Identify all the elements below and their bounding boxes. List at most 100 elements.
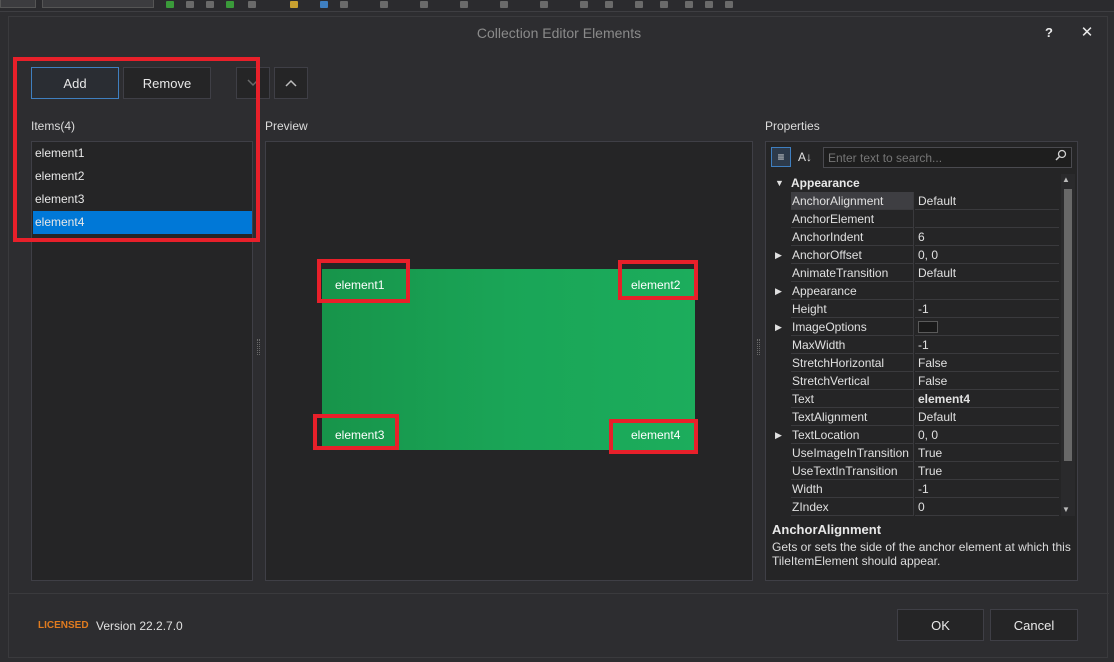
help-button[interactable]: ? xyxy=(1041,25,1057,40)
property-name: AnchorAlignment xyxy=(791,192,914,210)
property-value[interactable]: True xyxy=(915,462,1059,480)
toolbar-icon[interactable] xyxy=(420,1,428,8)
expand-icon[interactable]: ▶ xyxy=(775,426,785,444)
property-value[interactable] xyxy=(915,282,1059,300)
property-value[interactable]: -1 xyxy=(915,300,1059,318)
expand-icon[interactable]: ▶ xyxy=(775,282,785,300)
property-name: Text xyxy=(791,390,914,408)
property-value[interactable] xyxy=(915,318,1059,336)
scroll-down-icon[interactable]: ▼ xyxy=(1062,505,1070,514)
toolbar-icon[interactable] xyxy=(580,1,588,8)
property-value[interactable]: True xyxy=(915,444,1059,462)
property-row[interactable]: ▶ ImageOptions xyxy=(771,318,1059,336)
property-row[interactable]: UseImageInTransition True xyxy=(771,444,1059,462)
description-title: AnchorAlignment xyxy=(772,522,882,537)
property-row[interactable]: Text element4 xyxy=(771,390,1059,408)
scroll-up-icon[interactable]: ▲ xyxy=(1062,175,1070,184)
toolbar-icon[interactable] xyxy=(540,1,548,8)
property-row[interactable]: TextAlignment Default xyxy=(771,408,1059,426)
property-row[interactable]: AnimateTransition Default xyxy=(771,264,1059,282)
expand-icon[interactable]: ▶ xyxy=(775,318,785,336)
toolbar-icon[interactable] xyxy=(725,1,733,8)
property-name: Height xyxy=(791,300,914,318)
property-value[interactable] xyxy=(915,210,1059,228)
toolbar-icon[interactable] xyxy=(705,1,713,8)
property-value[interactable]: 6 xyxy=(915,228,1059,246)
expand-icon[interactable]: ▶ xyxy=(775,246,785,264)
property-row[interactable]: AnchorElement xyxy=(771,210,1059,228)
property-value[interactable]: -1 xyxy=(915,336,1059,354)
run-icon[interactable] xyxy=(226,1,234,8)
property-value[interactable]: Default xyxy=(915,264,1059,282)
property-row[interactable]: Height -1 xyxy=(771,300,1059,318)
close-button[interactable]: ✕ xyxy=(1079,23,1095,41)
ok-button[interactable]: OK xyxy=(897,609,984,641)
run-icon[interactable] xyxy=(166,1,174,8)
property-row[interactable]: ZIndex 0 xyxy=(771,498,1059,516)
highlight-box-element4 xyxy=(609,419,698,454)
property-value[interactable]: 0, 0 xyxy=(915,426,1059,444)
host-combo-platform[interactable] xyxy=(42,0,154,8)
category-label: Appearance xyxy=(791,176,860,190)
alphabetical-sort-icon[interactable]: A↓ xyxy=(795,147,815,167)
property-value[interactable]: -1 xyxy=(915,480,1059,498)
property-name: TextAlignment xyxy=(791,408,914,426)
property-row[interactable]: AnchorAlignment Default xyxy=(771,192,1059,210)
toolbar-icon[interactable] xyxy=(206,1,214,8)
property-row[interactable]: ▶ TextLocation 0, 0 xyxy=(771,426,1059,444)
property-name: UseTextInTransition xyxy=(791,462,914,480)
image-swatch-icon xyxy=(918,320,938,333)
properties-label: Properties xyxy=(765,119,820,133)
property-row[interactable]: StretchVertical False xyxy=(771,372,1059,390)
property-name: AnchorIndent xyxy=(791,228,914,246)
property-row[interactable]: UseTextInTransition True xyxy=(771,462,1059,480)
property-row[interactable]: StretchHorizontal False xyxy=(771,354,1059,372)
toolbar-icon[interactable] xyxy=(500,1,508,8)
toolbar-icon[interactable] xyxy=(290,1,298,8)
search-icon[interactable] xyxy=(1055,149,1067,164)
property-row[interactable]: ▶ Appearance xyxy=(771,282,1059,300)
property-value[interactable]: False xyxy=(915,354,1059,372)
move-up-button[interactable] xyxy=(274,67,308,99)
property-name: Appearance xyxy=(791,282,914,300)
property-name: MaxWidth xyxy=(791,336,914,354)
property-value[interactable]: 0, 0 xyxy=(915,246,1059,264)
property-row[interactable]: ▶ AnchorOffset 0, 0 xyxy=(771,246,1059,264)
highlight-box-toolbar-items xyxy=(13,57,260,242)
property-value[interactable]: Default xyxy=(915,408,1059,426)
property-name: TextLocation xyxy=(791,426,914,444)
toolbar-icon[interactable] xyxy=(320,1,328,8)
toolbar-icon[interactable] xyxy=(605,1,613,8)
toolbar-icon[interactable] xyxy=(248,1,256,8)
toolbar-icon[interactable] xyxy=(380,1,388,8)
collapse-icon[interactable]: ▼ xyxy=(775,174,785,192)
scrollbar-thumb[interactable] xyxy=(1064,189,1072,461)
property-value[interactable]: False xyxy=(915,372,1059,390)
property-value[interactable]: Default xyxy=(915,192,1059,210)
toolbar-icon[interactable] xyxy=(685,1,693,8)
property-grid[interactable]: ▼ Appearance AnchorAlignment Default Anc… xyxy=(771,174,1059,516)
category-appearance[interactable]: ▼ Appearance xyxy=(771,174,1059,192)
property-name: ImageOptions xyxy=(791,318,914,336)
property-search-input[interactable] xyxy=(823,147,1072,168)
toolbar-icon[interactable] xyxy=(460,1,468,8)
highlight-box-element2 xyxy=(618,260,698,300)
property-value[interactable]: 0 xyxy=(915,498,1059,516)
highlight-box-element3 xyxy=(313,414,399,450)
toolbar-icon[interactable] xyxy=(340,1,348,8)
property-row[interactable]: Width -1 xyxy=(771,480,1059,498)
property-row[interactable]: MaxWidth -1 xyxy=(771,336,1059,354)
splitter-grip[interactable] xyxy=(257,339,260,355)
toolbar-icon[interactable] xyxy=(660,1,668,8)
splitter-grip[interactable] xyxy=(757,339,760,355)
property-name: AnchorElement xyxy=(791,210,914,228)
cancel-button[interactable]: Cancel xyxy=(990,609,1078,641)
toolbar-icon[interactable] xyxy=(635,1,643,8)
host-combo-config[interactable] xyxy=(0,0,36,8)
property-row[interactable]: AnchorIndent 6 xyxy=(771,228,1059,246)
property-value[interactable]: element4 xyxy=(915,390,1059,408)
categorized-view-icon[interactable]: ≡ xyxy=(771,147,791,167)
property-name: Width xyxy=(791,480,914,498)
version-label: Version 22.2.7.0 xyxy=(96,619,183,633)
toolbar-icon[interactable] xyxy=(186,1,194,8)
